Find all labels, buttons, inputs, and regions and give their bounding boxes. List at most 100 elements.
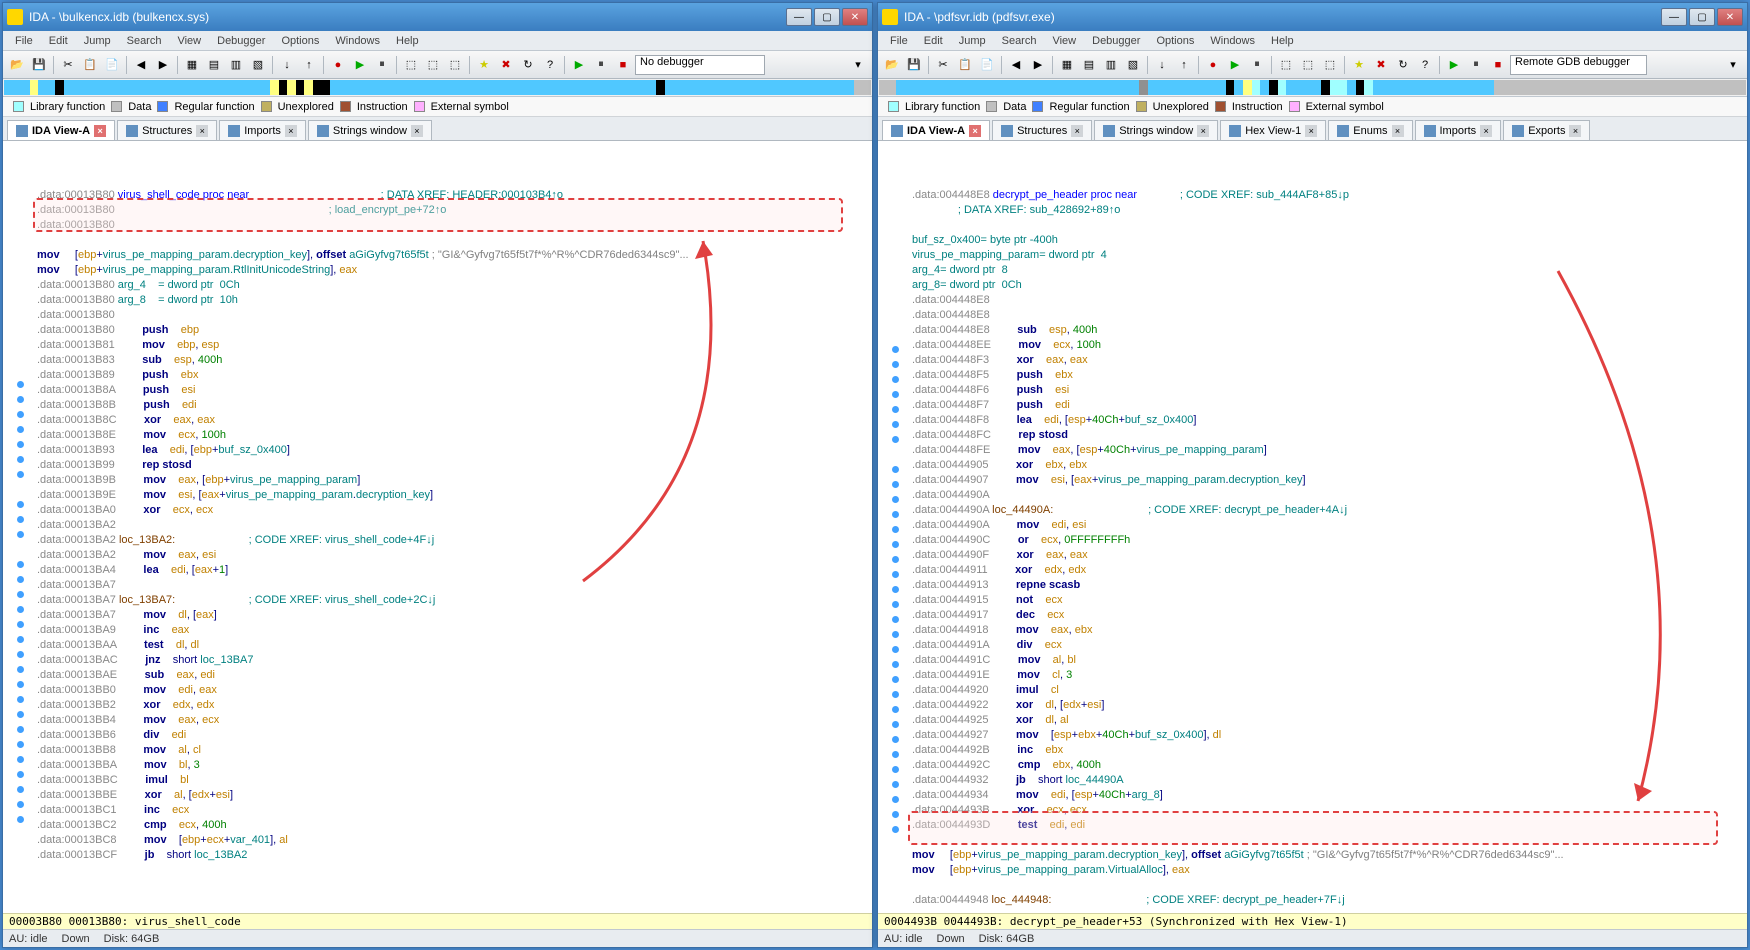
menu-jump[interactable]: Jump <box>951 33 994 49</box>
run-icon[interactable]: ▶ <box>1225 55 1245 75</box>
seg4-icon[interactable]: ▧ <box>248 55 268 75</box>
toolbar-overflow-icon[interactable]: ▾ <box>1723 55 1743 75</box>
refresh-icon[interactable]: ↻ <box>1393 55 1413 75</box>
nav-segment[interactable] <box>38 80 55 95</box>
nav-segment[interactable] <box>304 80 313 95</box>
nav-segment[interactable] <box>1148 80 1226 95</box>
nav-segment[interactable] <box>1286 80 1321 95</box>
open-icon[interactable]: 📂 <box>882 55 902 75</box>
tab-strings-window[interactable]: Strings window× <box>1094 120 1218 140</box>
nav-segment[interactable] <box>1330 80 1347 95</box>
tab-close-icon[interactable]: × <box>411 125 423 137</box>
nav-segment[interactable] <box>1139 80 1148 95</box>
tab-close-icon[interactable]: × <box>1305 125 1317 137</box>
copy-icon[interactable]: 📋 <box>955 55 975 75</box>
menu-view[interactable]: View <box>169 33 209 49</box>
menu-debugger[interactable]: Debugger <box>209 33 273 49</box>
refresh-icon[interactable]: ↻ <box>518 55 538 75</box>
navigation-band[interactable] <box>3 79 872 97</box>
menu-file[interactable]: File <box>7 33 41 49</box>
tab-strings-window[interactable]: Strings window× <box>308 120 432 140</box>
hex3-icon[interactable]: ⬚ <box>445 55 465 75</box>
seg1-icon[interactable]: ▦ <box>182 55 202 75</box>
toolbar-overflow-icon[interactable]: ▾ <box>848 55 868 75</box>
nav-segment[interactable] <box>896 80 1139 95</box>
pause-icon[interactable]: ⏸ <box>372 55 392 75</box>
tab-close-icon[interactable]: × <box>969 125 981 137</box>
tab-close-icon[interactable]: × <box>1197 125 1209 137</box>
menu-options[interactable]: Options <box>1148 33 1202 49</box>
fwd-icon[interactable]: ▶ <box>1028 55 1048 75</box>
nav-segment[interactable] <box>1243 80 1252 95</box>
fwd-icon[interactable]: ▶ <box>153 55 173 75</box>
nav-segment[interactable] <box>55 80 64 95</box>
tab-imports[interactable]: Imports× <box>1415 120 1502 140</box>
nav-segment[interactable] <box>1347 80 1356 95</box>
nav-segment[interactable] <box>1494 80 1745 95</box>
nav-segment[interactable] <box>1260 80 1269 95</box>
seg2-icon[interactable]: ▤ <box>204 55 224 75</box>
x-red-icon[interactable]: ✖ <box>1371 55 1391 75</box>
nav-segment[interactable] <box>4 80 30 95</box>
tab-structures[interactable]: Structures× <box>117 120 217 140</box>
maximize-button[interactable]: ▢ <box>814 8 840 26</box>
cut-icon[interactable]: ✂ <box>933 55 953 75</box>
titlebar[interactable]: IDA - \pdfsvr.idb (pdfsvr.exe) — ▢ ✕ <box>878 3 1747 31</box>
arr-up-icon[interactable]: ↑ <box>1174 55 1194 75</box>
seg1-icon[interactable]: ▦ <box>1057 55 1077 75</box>
nav-segment[interactable] <box>1252 80 1261 95</box>
paste-icon[interactable]: 📄 <box>102 55 122 75</box>
nav-segment[interactable] <box>1269 80 1278 95</box>
tab-close-icon[interactable]: × <box>196 125 208 137</box>
menu-view[interactable]: View <box>1044 33 1084 49</box>
dbg-run-icon[interactable]: ▶ <box>569 55 589 75</box>
dbg-stop-icon[interactable]: ■ <box>613 55 633 75</box>
navigation-band[interactable] <box>878 79 1747 97</box>
menu-help[interactable]: Help <box>388 33 427 49</box>
nav-segment[interactable] <box>1226 80 1235 95</box>
menu-windows[interactable]: Windows <box>327 33 388 49</box>
menu-search[interactable]: Search <box>994 33 1045 49</box>
hex2-icon[interactable]: ⬚ <box>1298 55 1318 75</box>
bp-icon[interactable]: ● <box>328 55 348 75</box>
nav-segment[interactable] <box>287 80 296 95</box>
help-icon[interactable]: ? <box>540 55 560 75</box>
star-icon[interactable]: ★ <box>1349 55 1369 75</box>
tab-ida-view-a[interactable]: IDA View-A× <box>882 120 990 140</box>
nav-segment[interactable] <box>1321 80 1330 95</box>
menu-edit[interactable]: Edit <box>916 33 951 49</box>
nav-segment[interactable] <box>854 80 871 95</box>
nav-segment[interactable] <box>313 80 330 95</box>
close-button[interactable]: ✕ <box>842 8 868 26</box>
help-icon[interactable]: ? <box>1415 55 1435 75</box>
nav-segment[interactable] <box>270 80 279 95</box>
titlebar[interactable]: IDA - \bulkencx.idb (bulkencx.sys) — ▢ ✕ <box>3 3 872 31</box>
seg2-icon[interactable]: ▤ <box>1079 55 1099 75</box>
paste-icon[interactable]: 📄 <box>977 55 997 75</box>
tab-close-icon[interactable]: × <box>1480 125 1492 137</box>
seg3-icon[interactable]: ▥ <box>226 55 246 75</box>
nav-segment[interactable] <box>279 80 288 95</box>
debugger-select[interactable]: No debugger <box>635 55 765 75</box>
nav-segment[interactable] <box>330 80 656 95</box>
maximize-button[interactable]: ▢ <box>1689 8 1715 26</box>
nav-segment[interactable] <box>296 80 305 95</box>
tab-imports[interactable]: Imports× <box>219 120 306 140</box>
star-icon[interactable]: ★ <box>474 55 494 75</box>
nav-segment[interactable] <box>30 80 39 95</box>
menu-edit[interactable]: Edit <box>41 33 76 49</box>
menu-windows[interactable]: Windows <box>1202 33 1263 49</box>
dbg-run-icon[interactable]: ▶ <box>1444 55 1464 75</box>
tab-close-icon[interactable]: × <box>1569 125 1581 137</box>
nav-segment[interactable] <box>1356 80 1365 95</box>
save-icon[interactable]: 💾 <box>29 55 49 75</box>
open-icon[interactable]: 📂 <box>7 55 27 75</box>
tab-structures[interactable]: Structures× <box>992 120 1092 140</box>
nav-segment[interactable] <box>1234 80 1243 95</box>
arr-dn-icon[interactable]: ↓ <box>1152 55 1172 75</box>
hex1-icon[interactable]: ⬚ <box>401 55 421 75</box>
save-icon[interactable]: 💾 <box>904 55 924 75</box>
disassembly-view[interactable]: .data:004448E8 decrypt_pe_header proc ne… <box>878 141 1747 913</box>
nav-segment[interactable] <box>1278 80 1287 95</box>
back-icon[interactable]: ◀ <box>1006 55 1026 75</box>
